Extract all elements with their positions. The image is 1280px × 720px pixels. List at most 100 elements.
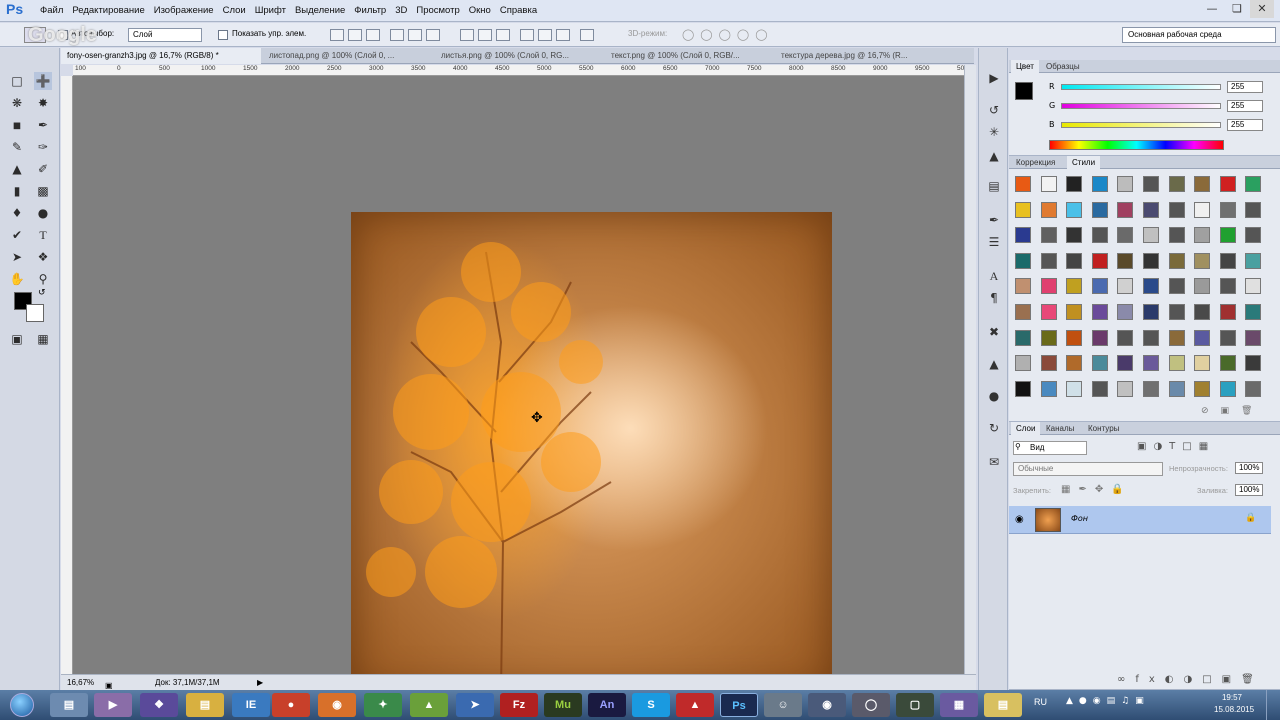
style-swatch[interactable] [1015, 304, 1031, 320]
align-vcenter-icon[interactable] [348, 29, 362, 41]
style-swatch[interactable] [1091, 252, 1108, 269]
clone-source-icon[interactable]: ☰ [986, 234, 1002, 250]
doc-tab[interactable]: текстура дерева.jpg @ 16,7% (R... [775, 48, 959, 64]
style-swatch[interactable] [1117, 227, 1134, 244]
system-clock[interactable]: 19:57 15.08.2015 [1214, 692, 1254, 716]
style-swatch[interactable] [1040, 278, 1057, 295]
distribute-right-icon[interactable] [556, 29, 570, 41]
blend-mode-dropdown[interactable]: Обычные [1013, 462, 1163, 476]
distribute-top-icon[interactable] [460, 29, 474, 41]
style-swatch[interactable] [1143, 176, 1159, 192]
pen-tool-icon[interactable]: ✔ [8, 226, 26, 244]
taskbar-vs-icon[interactable]: ❖ [140, 693, 178, 717]
taskbar-muse-icon[interactable]: Mu [544, 693, 582, 717]
navigator-icon[interactable]: ✳ [986, 124, 1002, 140]
style-swatch[interactable] [1194, 176, 1211, 192]
tab-swatches[interactable]: Образцы [1041, 60, 1085, 73]
style-swatch[interactable] [1168, 380, 1185, 397]
taskbar-app4-icon[interactable]: ▲ [676, 693, 714, 717]
style-swatch[interactable] [1117, 304, 1134, 320]
style-swatch[interactable] [1219, 227, 1236, 244]
taskbar-ie-icon[interactable]: IE [232, 693, 270, 717]
tray-icons[interactable]: ▲●◉▤♫▣ [1066, 696, 1150, 706]
menu-filter[interactable]: Фильтр [354, 5, 395, 16]
quick-select-tool-icon[interactable]: ✸ [34, 94, 52, 112]
notes-icon[interactable]: ✉ [986, 454, 1002, 470]
style-swatch[interactable] [1117, 380, 1134, 397]
style-swatch[interactable] [1143, 304, 1159, 320]
style-swatch[interactable] [1040, 176, 1057, 192]
style-swatch[interactable] [1219, 380, 1236, 397]
history-brush-tool-icon[interactable]: ✐ [34, 160, 52, 178]
menu-file[interactable]: Файл [40, 5, 72, 16]
style-swatch[interactable] [1040, 329, 1057, 346]
color-spectrum-bar[interactable] [1049, 140, 1224, 150]
style-swatch[interactable] [1194, 201, 1211, 218]
style-swatch[interactable] [1091, 329, 1108, 346]
style-swatch[interactable] [1143, 227, 1159, 244]
style-swatch[interactable] [1066, 355, 1083, 372]
auto-align-icon[interactable] [580, 29, 594, 41]
style-swatch[interactable] [1194, 227, 1211, 244]
channel-g-input[interactable]: 255 [1227, 100, 1263, 112]
style-swatch[interactable] [1117, 252, 1134, 269]
styles-footer-icons[interactable]: ⊘▣🗑 [1201, 406, 1264, 416]
taskbar-firefox-icon[interactable]: ◉ [318, 693, 356, 717]
style-swatch[interactable] [1117, 176, 1134, 192]
layers-footer-icons[interactable]: ∞fx◐◑□▣🗑 [1117, 674, 1264, 685]
style-swatch[interactable] [1194, 329, 1211, 346]
style-swatch[interactable] [1168, 252, 1185, 269]
taskbar-photoshop-icon[interactable]: Ps [720, 693, 758, 717]
style-swatch[interactable] [1015, 329, 1031, 346]
style-swatch[interactable] [1066, 304, 1083, 320]
taskbar-app6-icon[interactable]: ◉ [808, 693, 846, 717]
style-swatch[interactable] [1143, 355, 1159, 372]
layer-name[interactable]: Фон [1071, 514, 1088, 523]
style-swatch[interactable] [1015, 355, 1031, 372]
channel-r-slider[interactable] [1061, 84, 1221, 90]
marquee-tool-icon[interactable]: □ [8, 72, 26, 90]
align-hcenter-icon[interactable] [408, 29, 422, 41]
style-swatch[interactable] [1117, 355, 1134, 372]
taskbar-app2-icon[interactable]: ▲ [410, 693, 448, 717]
style-swatch[interactable] [1117, 329, 1134, 346]
style-swatch[interactable] [1066, 201, 1083, 218]
menu-view[interactable]: Просмотр [416, 5, 468, 16]
style-swatch[interactable] [1091, 227, 1108, 244]
align-top-icon[interactable] [330, 29, 344, 41]
menu-3d[interactable]: 3D [395, 5, 416, 16]
taskbar-app7-icon[interactable]: ◯ [852, 693, 890, 717]
screen-mode-icon[interactable]: ▦ [34, 330, 52, 348]
canvas-area[interactable]: ✥ [73, 76, 964, 694]
layer-filter-dropdown[interactable]: Вид [1013, 441, 1087, 455]
style-swatch[interactable] [1194, 304, 1211, 320]
workspace-dropdown[interactable]: Основная рабочая среда [1122, 27, 1276, 43]
style-swatch[interactable] [1219, 252, 1236, 269]
start-button[interactable] [2, 690, 42, 720]
show-transform-checkbox[interactable] [218, 30, 228, 40]
close-icon[interactable]: ✕ [1250, 0, 1274, 18]
style-swatch[interactable] [1040, 304, 1057, 320]
align-right-icon[interactable] [426, 29, 440, 41]
character-icon[interactable]: A [986, 268, 1002, 284]
style-swatch[interactable] [1194, 355, 1211, 372]
align-bottom-icon[interactable] [366, 29, 380, 41]
type-tool-icon[interactable]: T [34, 226, 52, 244]
style-swatch[interactable] [1040, 227, 1057, 244]
blur-tool-icon[interactable]: ♦ [8, 204, 26, 222]
menu-help[interactable]: Справка [500, 5, 546, 16]
style-swatch[interactable] [1117, 278, 1134, 295]
brush-tool-icon[interactable]: ✑ [34, 138, 52, 156]
style-swatch[interactable] [1245, 380, 1262, 397]
style-swatch[interactable] [1015, 176, 1031, 192]
style-swatch[interactable] [1040, 252, 1057, 269]
style-swatch[interactable] [1143, 380, 1159, 397]
style-swatch[interactable] [1040, 355, 1057, 372]
zoom-tool-icon[interactable]: ⚲ [34, 270, 52, 288]
style-swatch[interactable] [1066, 380, 1083, 397]
quick-mask-icon[interactable]: ▣ [8, 330, 26, 348]
style-swatch[interactable] [1091, 380, 1108, 397]
channel-r-input[interactable]: 255 [1227, 81, 1263, 93]
tab-adjustments[interactable]: Коррекция [1011, 156, 1060, 169]
swap-colors-icon[interactable]: ↺ [38, 288, 46, 298]
